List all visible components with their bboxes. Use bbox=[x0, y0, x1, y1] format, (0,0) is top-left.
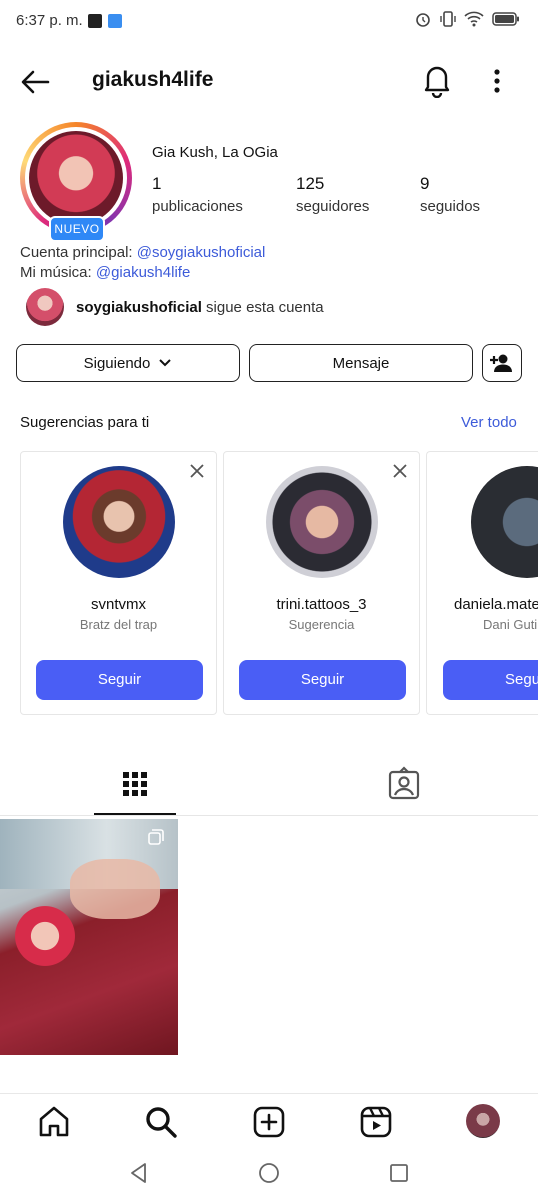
profile-tab-avatar[interactable] bbox=[466, 1104, 500, 1138]
stat-followers[interactable]: 125 seguidores bbox=[296, 174, 369, 215]
create-post-icon[interactable] bbox=[251, 1104, 287, 1140]
battery-icon bbox=[492, 12, 519, 26]
suggestion-avatar[interactable] bbox=[266, 466, 378, 578]
status-time: 6:37 p. m. bbox=[16, 12, 83, 29]
back-arrow-icon[interactable] bbox=[18, 64, 54, 100]
bio-main-account-link[interactable]: @soygiakushoficial bbox=[137, 244, 266, 261]
post-subject-body bbox=[70, 859, 160, 919]
bio-music-prefix: Mi música: bbox=[20, 264, 96, 281]
posts-grid-tab-icon[interactable] bbox=[94, 766, 176, 814]
chevron-down-icon bbox=[159, 359, 172, 367]
add-user-icon bbox=[490, 354, 512, 372]
mutual-follower-username: soygiakushoficial bbox=[76, 299, 202, 316]
new-badge: NUEVO bbox=[49, 216, 105, 242]
profile-avatar[interactable] bbox=[29, 131, 123, 225]
system-back-icon[interactable] bbox=[126, 1160, 152, 1186]
suggestion-avatar[interactable] bbox=[471, 466, 538, 578]
suggestion-username: daniela.mate bbox=[454, 596, 538, 613]
stat-following[interactable]: 9 seguidos bbox=[420, 174, 480, 215]
following-button-label: Siguiendo bbox=[83, 354, 151, 372]
system-home-icon[interactable] bbox=[256, 1160, 282, 1186]
stat-following-label: seguidos bbox=[420, 198, 481, 215]
profile-username: giakush4life bbox=[92, 68, 214, 91]
stat-posts-label: publicaciones bbox=[152, 198, 243, 215]
dismiss-icon[interactable] bbox=[391, 462, 409, 480]
suggest-accounts-button[interactable] bbox=[482, 344, 522, 382]
bio-line-music: Mi música: @giakush4life bbox=[20, 264, 190, 281]
post-subject bbox=[10, 901, 80, 971]
system-recents-icon[interactable] bbox=[386, 1160, 412, 1186]
mutual-follower-avatar[interactable] bbox=[26, 288, 64, 326]
post-thumbnail[interactable] bbox=[0, 819, 178, 1055]
reels-icon[interactable] bbox=[358, 1104, 394, 1140]
follow-button[interactable]: Seguir bbox=[239, 660, 406, 700]
bio-main-prefix: Cuenta principal: bbox=[20, 244, 137, 261]
stat-followers-label: seguidores bbox=[296, 198, 370, 215]
search-icon[interactable] bbox=[143, 1104, 179, 1140]
app-notification-icon bbox=[88, 14, 102, 33]
tagged-posts-tab-icon[interactable] bbox=[381, 766, 427, 806]
see-all-link[interactable]: Ver todo bbox=[461, 414, 517, 431]
notifications-bell-icon[interactable] bbox=[420, 62, 454, 98]
dismiss-icon[interactable] bbox=[188, 462, 206, 480]
suggestion-username: trini.tattoos_3 bbox=[276, 596, 367, 613]
tabs-divider bbox=[0, 815, 538, 816]
message-button[interactable]: Mensaje bbox=[249, 344, 473, 382]
suggestion-subtitle: Bratz del trap bbox=[79, 617, 158, 632]
suggestions-title: Sugerencias para ti bbox=[20, 414, 150, 431]
bottom-nav-divider bbox=[0, 1093, 538, 1094]
bio-line-main-account: Cuenta principal: @soygiakushoficial bbox=[20, 244, 265, 261]
follow-button[interactable]: Seguir bbox=[36, 660, 203, 700]
home-icon[interactable] bbox=[36, 1104, 72, 1140]
stat-following-value: 9 bbox=[420, 174, 430, 193]
more-options-icon[interactable] bbox=[486, 64, 508, 98]
vibrate-icon bbox=[440, 11, 456, 27]
suggestion-subtitle: Sugerencia bbox=[288, 617, 355, 632]
alarm-icon bbox=[416, 13, 430, 27]
wifi-icon bbox=[464, 11, 484, 27]
suggestion-subtitle: Dani Guti bbox=[483, 617, 538, 632]
suggestion-card[interactable]: trini.tattoos_3 Sugerencia Seguir bbox=[223, 451, 420, 715]
mutual-follower-text[interactable]: soygiakushoficial sigue esta cuenta bbox=[76, 299, 324, 316]
carousel-icon bbox=[148, 829, 164, 845]
stat-posts[interactable]: 1 publicaciones bbox=[152, 174, 243, 215]
suggestion-username: svntvmx bbox=[90, 596, 146, 613]
app-notification-icon bbox=[108, 14, 122, 33]
stat-posts-value: 1 bbox=[152, 174, 162, 193]
stat-followers-value: 125 bbox=[296, 174, 325, 193]
status-icons bbox=[414, 10, 520, 28]
bio-music-link[interactable]: @giakush4life bbox=[96, 264, 190, 281]
follow-button[interactable]: Segu bbox=[443, 660, 538, 700]
following-button[interactable]: Siguiendo bbox=[16, 344, 240, 382]
message-button-label: Mensaje bbox=[332, 354, 390, 372]
suggestion-avatar[interactable] bbox=[63, 466, 175, 578]
suggestion-card[interactable]: daniela.mate Dani Guti Segu bbox=[426, 451, 538, 715]
bottom-edge-strip bbox=[0, 1193, 538, 1200]
profile-full-name: Gia Kush, La OGia bbox=[152, 144, 278, 161]
suggestion-card[interactable]: svntvmx Bratz del trap Seguir bbox=[20, 451, 217, 715]
mutual-follower-suffix: sigue esta cuenta bbox=[201, 299, 324, 316]
